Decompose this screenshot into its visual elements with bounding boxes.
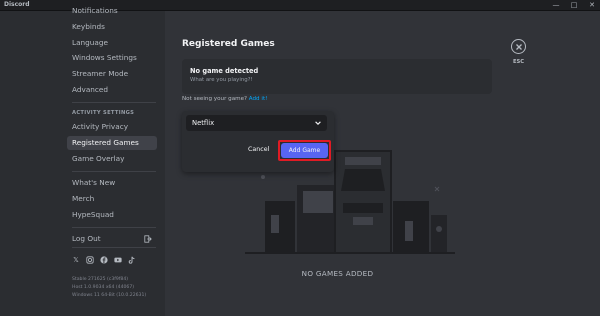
- close-window-button[interactable]: ✕: [588, 0, 596, 10]
- version-info: Stable 271625 (c3f9f84): [72, 277, 129, 282]
- sidebar-item-hypesquad[interactable]: HypeSquad: [67, 208, 157, 222]
- facebook-icon[interactable]: [100, 256, 108, 264]
- activity-settings-header: ACTIVITY SETTINGS: [72, 110, 135, 116]
- cancel-button[interactable]: Cancel: [248, 146, 269, 153]
- esc-label: ESC: [512, 59, 525, 65]
- tiktok-icon[interactable]: [128, 256, 136, 264]
- detect-title: No game detected: [190, 67, 259, 75]
- minimize-button[interactable]: —: [552, 0, 560, 10]
- logout-icon: [144, 235, 152, 243]
- youtube-icon[interactable]: [114, 256, 122, 264]
- empty-state-label: NO GAMES ADDED: [301, 269, 374, 278]
- not-seeing-prefix: Not seeing your game?: [182, 96, 247, 102]
- add-it-link[interactable]: Add it!: [249, 96, 268, 102]
- sidebar-item-notifications[interactable]: Notifications: [67, 4, 157, 18]
- app-title: Discord: [4, 1, 30, 8]
- social-links: 𝕏: [72, 256, 136, 264]
- sidebar-item-windows-settings[interactable]: Windows Settings: [67, 51, 157, 65]
- sidebar-item-whats-new[interactable]: What's New: [67, 176, 157, 190]
- window-controls: — □ ✕: [552, 0, 596, 10]
- sidebar-divider: [72, 171, 156, 172]
- instagram-icon[interactable]: [86, 256, 94, 264]
- sidebar-item-keybinds[interactable]: Keybinds: [67, 20, 157, 34]
- close-icon: [515, 43, 522, 50]
- game-select[interactable]: Netflix: [186, 115, 327, 131]
- sidebar-item-advanced[interactable]: Advanced: [67, 83, 157, 97]
- sidebar-item-activity-privacy[interactable]: Activity Privacy: [67, 120, 157, 134]
- sidebar-item-registered-games[interactable]: Registered Games: [67, 136, 157, 150]
- main-content: Registered Games No game detected What a…: [165, 11, 600, 316]
- settings-sidebar: Notifications Keybinds Language Windows …: [0, 6, 165, 316]
- add-game-button[interactable]: Add Game: [281, 143, 328, 158]
- x-icon[interactable]: 𝕏: [72, 256, 80, 264]
- sidebar-item-game-overlay[interactable]: Game Overlay: [67, 152, 157, 166]
- not-seeing-text: Not seeing your game? Add it!: [182, 96, 267, 102]
- page-title: Registered Games: [182, 39, 275, 49]
- sidebar-divider: [72, 227, 156, 228]
- detect-subtitle: What are you playing?!: [190, 77, 253, 83]
- version-info: Host 1.0.9034 x64 (44067): [72, 285, 135, 290]
- sidebar-item-merch[interactable]: Merch: [67, 192, 157, 206]
- sidebar-divider: [72, 102, 156, 103]
- sidebar-item-language[interactable]: Language: [67, 36, 157, 50]
- maximize-button[interactable]: □: [570, 0, 578, 10]
- sidebar-divider: [72, 247, 156, 248]
- game-detection-card: No game detected What are you playing?!: [182, 59, 492, 94]
- version-info: Windows 11 64-Bit (10.0.22631): [72, 293, 147, 298]
- chevron-down-icon: [315, 121, 321, 125]
- selected-game: Netflix: [192, 119, 215, 127]
- sidebar-item-streamer-mode[interactable]: Streamer Mode: [67, 67, 157, 81]
- close-settings-button[interactable]: [511, 39, 526, 54]
- add-game-popup: Netflix Cancel Add Game: [182, 111, 334, 172]
